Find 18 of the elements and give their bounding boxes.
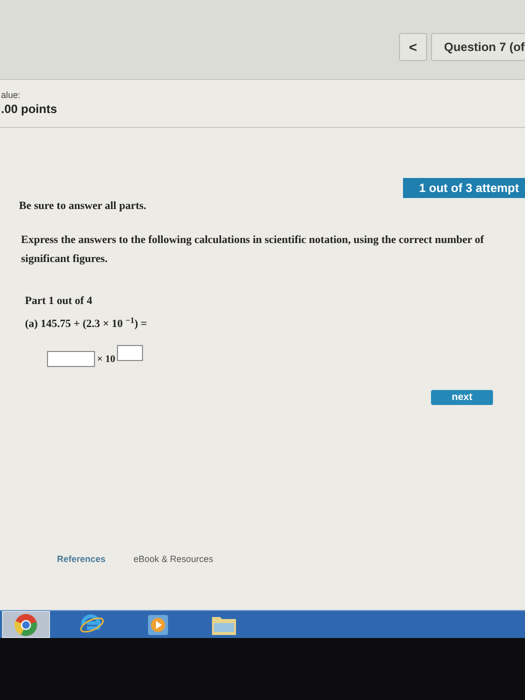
resource-link[interactable]: eBook & Resources	[134, 552, 214, 566]
next-button[interactable]: next	[431, 390, 493, 404]
points-label: alue:	[1, 90, 22, 102]
attempts-badge: 1 out of 3 attempt	[403, 178, 525, 198]
points-value: .00 points	[1, 102, 58, 117]
coefficient-input[interactable]	[47, 350, 95, 366]
back-button[interactable]: <	[399, 33, 427, 61]
instruction-text: Be sure to answer all parts.	[19, 199, 148, 214]
part-label: Part 1 out of 4	[24, 294, 94, 308]
resource-link[interactable]: References	[57, 552, 106, 566]
exponent-input[interactable]	[117, 344, 144, 360]
prompt-text: Express the answers to the following calculations in scientific notation, using the correct number of significant figures.	[20, 232, 485, 266]
taskbar-button[interactable]	[2, 611, 50, 638]
question-text: (a) 145.75 + (2.3 × 10 $^{−1}$) =	[24, 316, 148, 332]
circle-logo-icon	[14, 612, 38, 636]
times-ten-text: × 10	[97, 352, 116, 366]
question-counter: Question 7 (of	[431, 33, 525, 61]
play-icon	[147, 614, 169, 636]
